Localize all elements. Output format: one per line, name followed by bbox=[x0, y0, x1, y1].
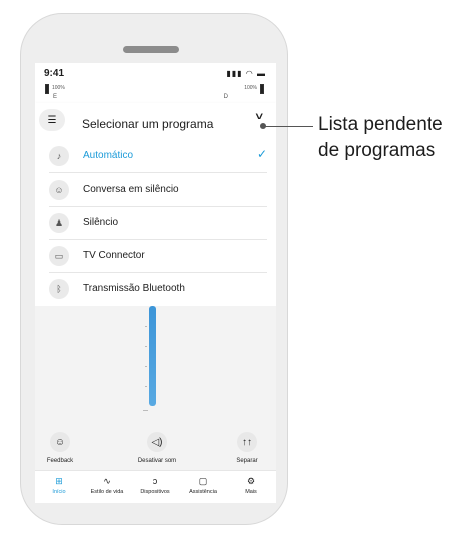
tab-dispositivos[interactable]: ↄ Dispositivos bbox=[131, 475, 179, 495]
program-item-conversa[interactable]: ☺ Conversa em silêncio bbox=[49, 173, 267, 207]
separate-label: Separar bbox=[236, 458, 258, 464]
program-item-bluetooth[interactable]: ᛒ Transmissão Bluetooth bbox=[49, 272, 267, 305]
tab-mais[interactable]: ⚙ Mais bbox=[227, 475, 275, 495]
callout-line-1: Lista pendente bbox=[318, 114, 443, 135]
status-bar: 9:41 ▮▮▮ ◠ ▬ 100% E 100% D bbox=[35, 63, 276, 103]
checkmark-icon: ✓ bbox=[256, 147, 267, 161]
separate-icon: ↑↑ bbox=[237, 432, 257, 452]
people-icon: ♟ bbox=[49, 213, 69, 233]
right-battery-percent: 100% bbox=[244, 85, 257, 91]
volume-slider-bar[interactable] bbox=[149, 306, 156, 406]
slider-tick bbox=[145, 366, 147, 367]
tab-assistencia[interactable]: ▢ Assistência bbox=[179, 475, 227, 495]
left-battery-percent: 100% bbox=[52, 85, 65, 91]
tab-label: Estilo de vida bbox=[90, 489, 124, 495]
callout-line bbox=[263, 126, 313, 127]
left-battery-icon bbox=[45, 84, 49, 94]
callout-text: Lista pendente de programas bbox=[318, 112, 443, 164]
slider-tick bbox=[145, 346, 147, 347]
tv-icon: ▭ bbox=[49, 246, 69, 266]
volume-slider-area bbox=[35, 306, 276, 436]
signal-wifi-battery-icon: ▮▮▮ ◠ ▬ bbox=[226, 69, 266, 78]
tab-label: Início bbox=[52, 489, 66, 495]
tab-label: Assistência bbox=[189, 489, 217, 495]
gear-icon: ⚙ bbox=[246, 476, 256, 486]
list-menu-icon[interactable]: ☰ bbox=[39, 109, 65, 131]
slider-tick bbox=[143, 410, 148, 411]
mute-label: Desativar som bbox=[137, 458, 177, 464]
home-grid-icon: ⊞ bbox=[55, 476, 63, 486]
smiley-icon: ☺ bbox=[50, 432, 70, 452]
status-time: 9:41 bbox=[44, 68, 65, 79]
automatic-icon: ♪ bbox=[49, 146, 69, 166]
program-item-silencio[interactable]: ♟ Silêncio bbox=[49, 206, 267, 240]
speaker-icon: ◁) bbox=[147, 432, 167, 452]
right-battery-icon bbox=[260, 84, 264, 94]
program-item-label: Transmissão Bluetooth bbox=[83, 283, 185, 294]
chat-icon: ▢ bbox=[198, 476, 208, 486]
tab-inicio[interactable]: ⊞ Início bbox=[35, 475, 83, 495]
bluetooth-icon: ᛒ bbox=[49, 279, 69, 299]
conversation-icon: ☺ bbox=[49, 180, 69, 200]
activity-icon: ∿ bbox=[103, 476, 111, 486]
chevron-down-icon[interactable]: ˅ bbox=[255, 111, 263, 123]
program-dropdown-title: Selecionar um programa bbox=[82, 117, 214, 131]
program-item-label: Conversa em silêncio bbox=[83, 184, 179, 195]
feedback-label: Feedback bbox=[46, 458, 74, 464]
slider-tick bbox=[145, 326, 147, 327]
right-side-label: D bbox=[223, 94, 228, 100]
program-item-automatico[interactable]: ♪ Automático ✓ bbox=[49, 139, 267, 173]
program-item-label: Silêncio bbox=[83, 217, 119, 228]
mute-button[interactable]: ◁) Desativar som bbox=[132, 432, 182, 464]
program-item-label: TV Connector bbox=[83, 250, 145, 261]
tab-label: Mais bbox=[245, 489, 257, 495]
left-side-label: E bbox=[53, 94, 58, 100]
program-dropdown: ☰ Selecionar um programa ˅ ♪ Automático … bbox=[35, 103, 276, 306]
separate-button[interactable]: ↑↑ Separar bbox=[222, 432, 272, 464]
callout-line-2: de programas bbox=[318, 140, 436, 161]
feedback-button[interactable]: ☺ Feedback bbox=[35, 432, 85, 464]
slider-tick bbox=[145, 386, 147, 387]
tab-label: Dispositivos bbox=[140, 489, 170, 495]
app-screen: 9:41 ▮▮▮ ◠ ▬ 100% E 100% D ☰ Selecionar … bbox=[35, 63, 276, 503]
program-item-label: Automático bbox=[83, 150, 134, 161]
hearing-aid-icon: ↄ bbox=[152, 476, 158, 486]
phone-speaker bbox=[123, 46, 179, 53]
bottom-tab-bar: ⊞ Início ∿ Estilo de vida ↄ Dispositivos… bbox=[35, 470, 276, 503]
program-dropdown-header[interactable]: ☰ Selecionar um programa ˅ bbox=[35, 103, 276, 139]
program-item-tv-connector[interactable]: ▭ TV Connector bbox=[49, 239, 267, 273]
tab-estilo-de-vida[interactable]: ∿ Estilo de vida bbox=[83, 475, 131, 495]
